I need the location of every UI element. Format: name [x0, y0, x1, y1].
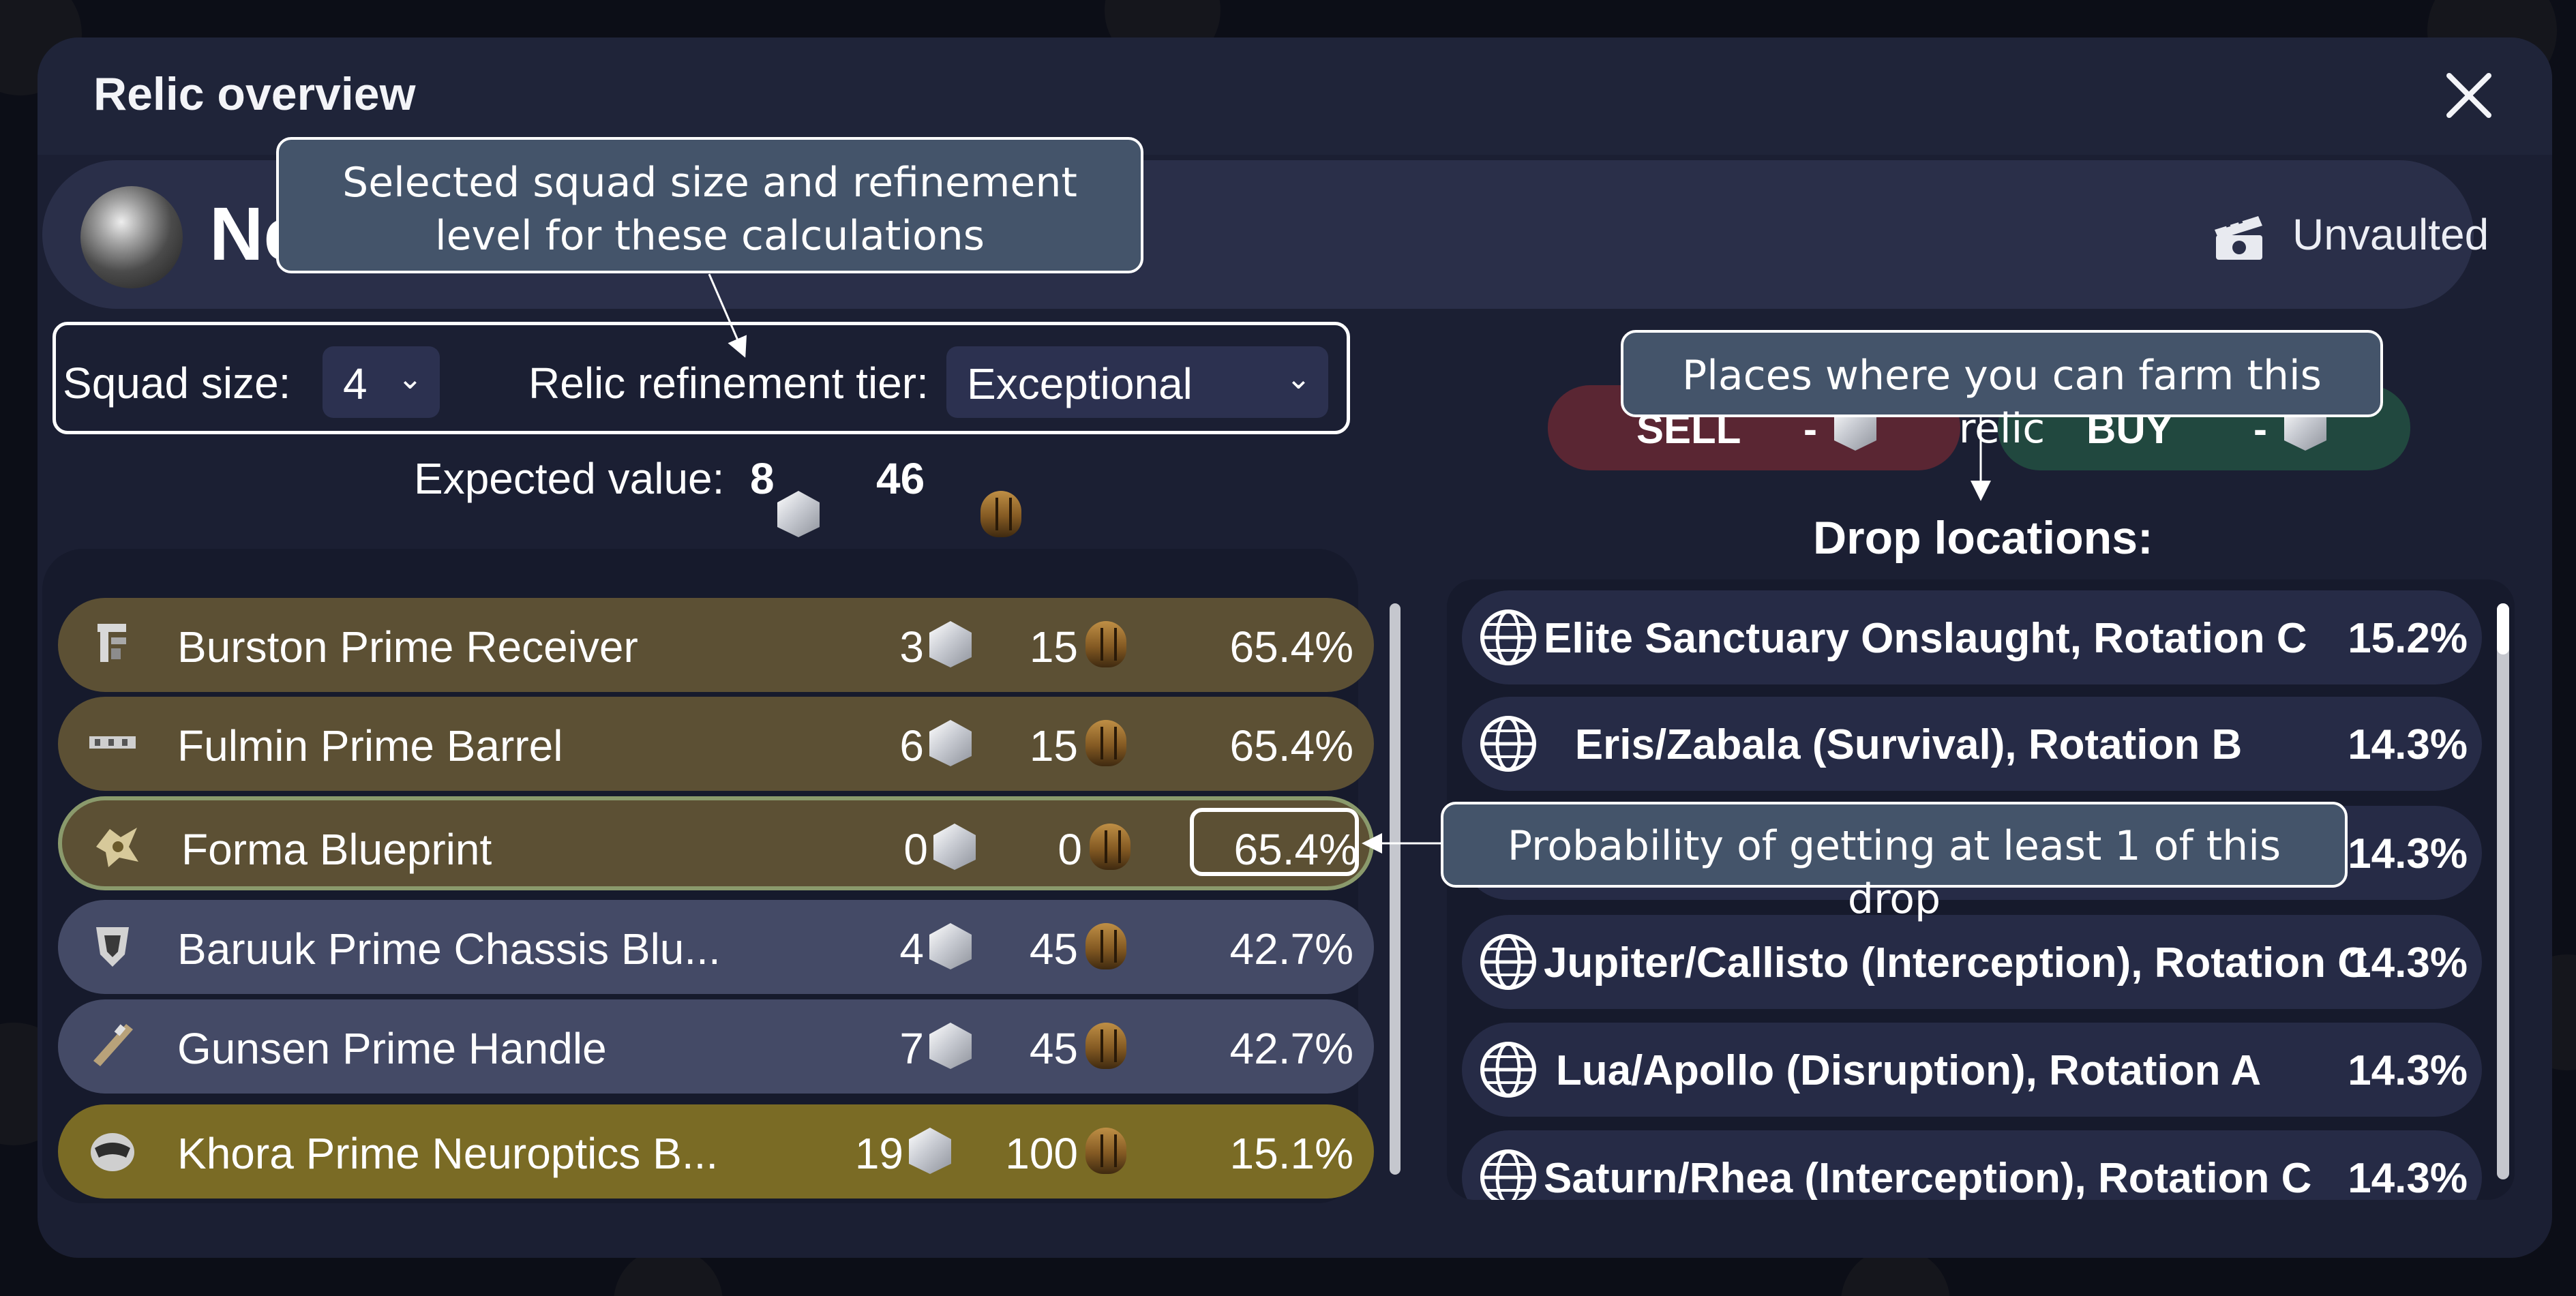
receiver-icon [98, 624, 126, 662]
rewards-scrollbar[interactable] [1390, 603, 1401, 1175]
probability-callout: Probability of getting at least 1 of thi… [1441, 802, 2348, 923]
reward-platinum: 19 [854, 1129, 903, 1178]
platinum-icon [933, 824, 976, 870]
ducats-icon [1085, 1023, 1126, 1069]
farm-callout: Places where you can farm this relic [1621, 330, 2383, 453]
ducats-icon [1085, 1128, 1126, 1174]
reward-ducats: 45 [1029, 924, 1078, 974]
chevron-down-icon: ⌄ [398, 362, 423, 395]
drop-locations-scroll-thumb[interactable] [2497, 603, 2509, 654]
expected-value-label: Expected value: [414, 454, 725, 503]
probability-highlight-box [1190, 808, 1359, 876]
drop-location-row[interactable]: Saturn/Rhea (Interception), Rotation C 1… [1462, 1130, 2482, 1200]
reward-row-selected[interactable]: Forma Blueprint 0 0 65.4% [58, 796, 1374, 890]
drop-location-row[interactable]: Lua/Apollo (Disruption), Rotation A 14.3… [1462, 1023, 2482, 1117]
reward-platinum: 4 [899, 924, 924, 974]
reward-chance: 65.4% [1229, 721, 1353, 770]
expected-ducats: 46 [876, 454, 925, 503]
reward-chance: 42.7% [1229, 924, 1353, 974]
drop-location-chance: 14.3% [2348, 721, 2468, 768]
ducats-icon [1085, 621, 1126, 667]
squad-size-value: 4 [343, 359, 368, 408]
drop-location-name: Elite Sanctuary Onslaught, Rotation C [1544, 615, 2307, 662]
reward-ducats: 100 [1005, 1129, 1078, 1178]
reward-chance: 42.7% [1229, 1024, 1353, 1073]
vault-icon [2215, 216, 2262, 260]
reward-platinum: 7 [899, 1024, 924, 1073]
ducats-icon [1090, 824, 1130, 870]
reward-row[interactable]: Burston Prime Receiver 3 15 65.4% [58, 598, 1374, 692]
platinum-icon [929, 1023, 972, 1069]
chassis-icon [96, 927, 129, 967]
reward-row[interactable]: Baruuk Prime Chassis Blu... 4 45 42.7% [58, 900, 1374, 994]
squad-size-label: Squad size: [63, 359, 291, 408]
drop-locations-list: Elite Sanctuary Onslaught, Rotation C 15… [1447, 579, 2515, 1200]
drop-location-name: Eris/Zabala (Survival), Rotation B [1574, 721, 2243, 768]
drop-locations-scrollbar[interactable] [2497, 603, 2509, 1179]
reward-platinum: 0 [903, 825, 928, 874]
refinement-tier-select[interactable]: Exceptional ⌄ [946, 346, 1328, 418]
drop-locations-title: Drop locations: [1813, 512, 2153, 564]
close-icon[interactable] [2438, 65, 2499, 126]
selection-callout: Selected squad size and refinement level… [276, 137, 1143, 273]
reward-name: Burston Prime Receiver [177, 622, 638, 672]
ducats-icon [980, 491, 1021, 537]
reward-name: Khora Prime Neuroptics B... [177, 1129, 719, 1178]
globe-icon [1480, 1042, 1536, 1098]
chevron-down-icon: ⌄ [1286, 362, 1311, 395]
globe-icon [1480, 1149, 1536, 1200]
squad-size-select[interactable]: 4 ⌄ [323, 346, 440, 418]
refinement-tier-label: Relic refinement tier: [528, 359, 929, 408]
globe-icon [1480, 716, 1536, 772]
ducats-icon [1085, 923, 1126, 969]
drop-location-name: Jupiter/Callisto (Interception), Rotatio… [1544, 939, 2369, 986]
reward-name: Forma Blueprint [181, 825, 492, 874]
drop-location-chance: 14.3% [2348, 1155, 2468, 1200]
expected-platinum: 8 [750, 454, 775, 503]
drop-location-row[interactable]: Elite Sanctuary Onslaught, Rotation C 15… [1462, 590, 2482, 684]
handle-icon [93, 1024, 133, 1066]
platinum-icon [929, 621, 972, 667]
reward-platinum: 6 [899, 721, 924, 770]
drop-location-chance: 14.3% [2348, 1047, 2468, 1094]
neuroptics-icon [91, 1133, 134, 1171]
barrel-icon [89, 736, 136, 749]
globe-icon [1480, 934, 1536, 990]
vault-status: Unvaulted [2292, 210, 2489, 259]
drop-location-row[interactable]: Jupiter/Callisto (Interception), Rotatio… [1462, 915, 2482, 1009]
relic-icon [80, 186, 183, 288]
reward-row[interactable]: Khora Prime Neuroptics B... 19 100 15.1% [58, 1104, 1374, 1199]
reward-ducats: 15 [1029, 622, 1078, 672]
drop-location-chance: 14.3% [2348, 939, 2468, 986]
reward-ducats: 45 [1029, 1024, 1078, 1073]
reward-name: Gunsen Prime Handle [177, 1024, 607, 1073]
drop-location-row[interactable]: Eris/Zabala (Survival), Rotation B 14.3% [1462, 697, 2482, 791]
reward-platinum: 3 [899, 622, 924, 672]
globe-icon [1480, 609, 1536, 665]
ducats-icon [1085, 720, 1126, 766]
reward-ducats: 0 [1058, 825, 1082, 874]
drop-location-chance: 15.2% [2348, 615, 2468, 662]
reward-chance: 15.1% [1229, 1129, 1353, 1178]
modal-title: Relic overview [93, 68, 416, 120]
reward-name: Fulmin Prime Barrel [177, 721, 563, 770]
reward-row[interactable]: Gunsen Prime Handle 7 45 42.7% [58, 999, 1374, 1094]
platinum-icon [909, 1128, 951, 1174]
platinum-icon [929, 720, 972, 766]
forma-icon [96, 828, 138, 867]
drop-location-name: Saturn/Rhea (Interception), Rotation C [1544, 1155, 2312, 1200]
refinement-tier-value: Exceptional [967, 359, 1193, 408]
reward-name: Baruuk Prime Chassis Blu... [177, 924, 721, 974]
drop-location-name: Lua/Apollo (Disruption), Rotation A [1555, 1047, 2262, 1094]
reward-chance: 65.4% [1229, 622, 1353, 672]
platinum-icon [929, 923, 972, 969]
reward-row[interactable]: Fulmin Prime Barrel 6 15 65.4% [58, 697, 1374, 791]
reward-ducats: 15 [1029, 721, 1078, 770]
